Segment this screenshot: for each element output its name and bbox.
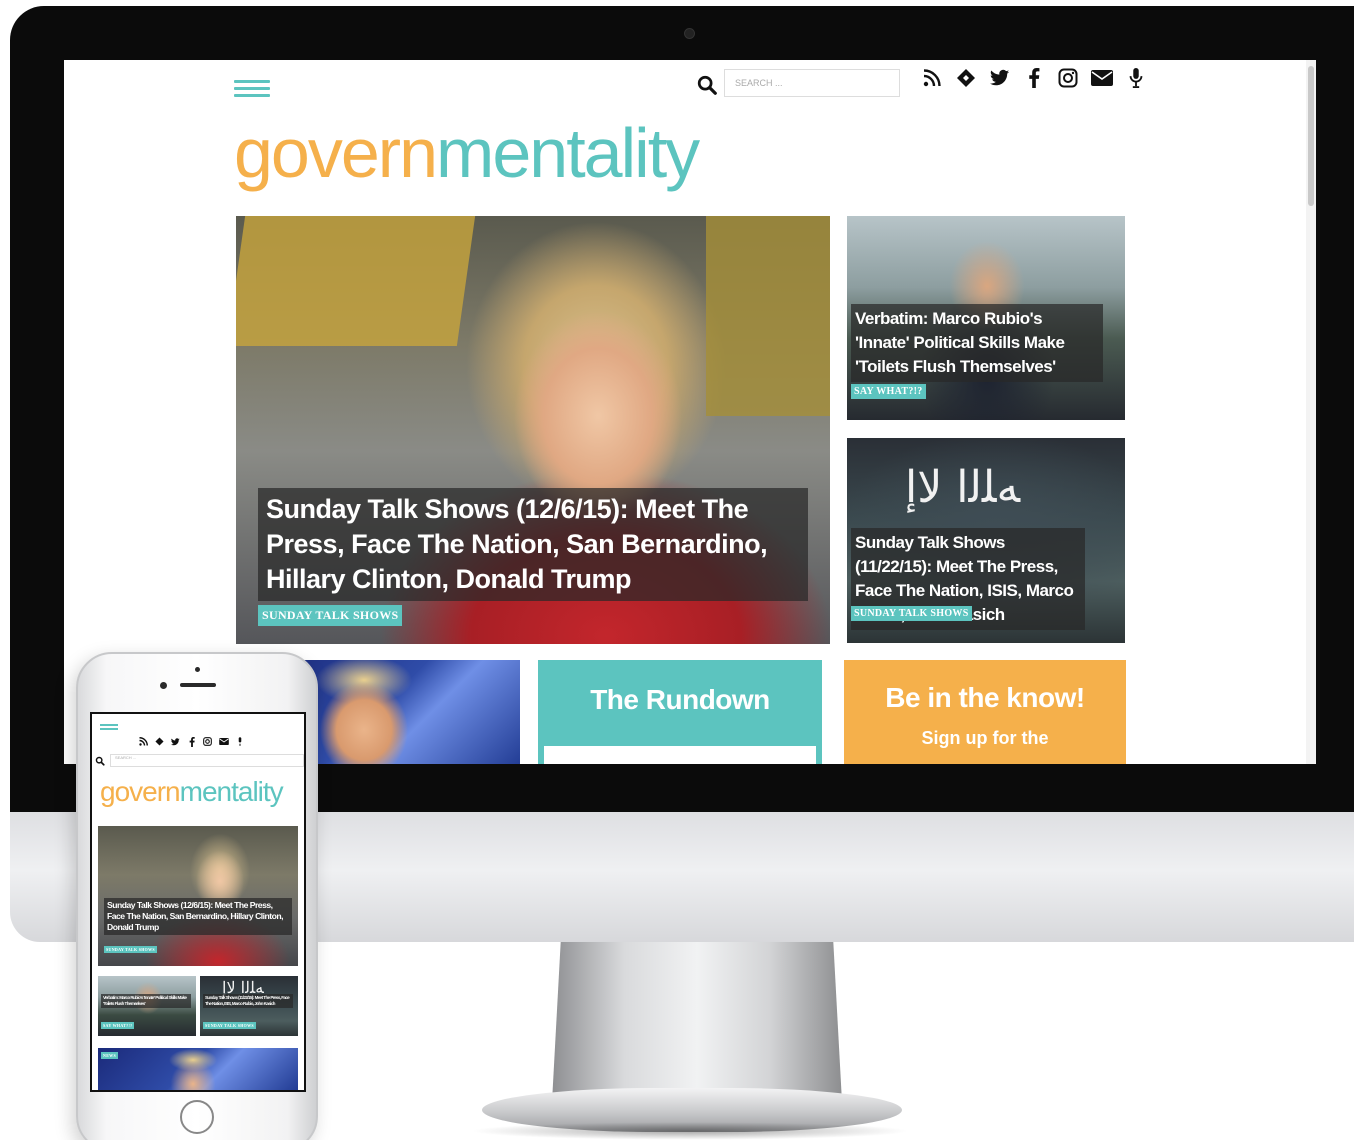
category-tag[interactable]: SUNDAY TALK SHOWS (851, 606, 972, 621)
site-logo[interactable]: governmentality (234, 118, 700, 188)
rundown-title: The Rundown (590, 684, 770, 715)
featured-story-card[interactable]: Sunday Talk Shows (12/6/15): Meet The Pr… (236, 216, 830, 644)
category-tag[interactable]: SAY WHAT?!? (851, 384, 926, 399)
featured-story-headline[interactable]: Sunday Talk Shows (12/6/15): Meet The Pr… (258, 488, 808, 601)
phone-speaker (180, 683, 216, 687)
social-links (138, 736, 245, 747)
story-headline[interactable]: Verbatim: Marco Rubio's 'Innate' Politic… (101, 994, 191, 1008)
site-logo[interactable]: governmentality (100, 776, 284, 807)
mobile-screen: SEARCH ... governmentality Sunday Talk S… (90, 712, 306, 1092)
rundown-widget: The Rundown (538, 660, 822, 764)
story-card-trump[interactable]: NEWS (98, 1048, 298, 1090)
email-icon[interactable] (218, 736, 229, 747)
iphone-mockup: SEARCH ... governmentality Sunday Talk S… (76, 652, 318, 1140)
facebook-icon[interactable] (1022, 66, 1046, 90)
phone-sensor (195, 667, 200, 672)
search-icon[interactable] (696, 74, 718, 96)
category-tag[interactable]: SUNDAY TALK SHOWS (104, 946, 157, 953)
feedly-icon[interactable] (954, 66, 978, 90)
email-icon[interactable] (1090, 66, 1114, 90)
instagram-icon[interactable] (1056, 66, 1080, 90)
logo-part-mentality: mentality (179, 776, 284, 807)
search-input[interactable]: SEARCH ... (110, 754, 304, 767)
imac-shadow (470, 1122, 910, 1140)
scrollbar[interactable] (1306, 60, 1316, 764)
twitter-icon[interactable] (988, 66, 1012, 90)
imac-stand (552, 942, 842, 1102)
category-tag[interactable]: SUNDAY TALK SHOWS (258, 605, 403, 626)
podcast-icon[interactable] (234, 736, 245, 747)
story-headline[interactable]: Sunday Talk Shows (11/22/15): Meet The P… (203, 994, 293, 1008)
rundown-content (544, 746, 816, 764)
mockup-stage: governmentality Sunday Talk Shows (12/6/… (0, 0, 1354, 1140)
featured-story-headline[interactable]: Sunday Talk Shows (12/6/15): Meet The Pr… (104, 898, 292, 935)
category-tag[interactable]: SUNDAY TALK SHOWS (203, 1022, 256, 1029)
menu-icon[interactable] (100, 724, 118, 734)
signup-subtitle: Sign up for the (921, 728, 1049, 748)
rss-icon[interactable] (138, 736, 149, 747)
facebook-icon[interactable] (186, 736, 197, 747)
social-links (920, 66, 1148, 90)
imac-camera (684, 28, 695, 39)
search-input[interactable] (724, 69, 900, 97)
feedly-icon[interactable] (154, 736, 165, 747)
scrollbar-thumb[interactable] (1308, 66, 1314, 206)
banner-graphic: ﻪﻠﻟﺍ ﻻﺇ (905, 462, 1021, 513)
category-tag[interactable]: NEWS (101, 1052, 118, 1059)
category-tag[interactable]: SAY WHAT?!? (101, 1022, 135, 1029)
phone-camera (160, 682, 167, 689)
story-card-talk-shows[interactable]: ﻪﻠﻟﺍ ﻻﺇ Sunday Talk Shows (11/22/15): Me… (200, 976, 298, 1036)
search-icon[interactable] (95, 756, 105, 766)
signup-title: Be in the know! (885, 682, 1085, 713)
story-card-rubio[interactable]: Verbatim: Marco Rubio's 'Innate' Politic… (98, 976, 196, 1036)
logo-part-mentality: mentality (436, 114, 700, 192)
featured-story-card[interactable]: Sunday Talk Shows (12/6/15): Meet The Pr… (98, 826, 298, 966)
logo-part-govern: govern (100, 776, 181, 807)
newsletter-signup-widget: Be in the know! Sign up for the (844, 660, 1126, 764)
logo-part-govern: govern (234, 114, 438, 192)
home-button[interactable] (180, 1100, 214, 1134)
podcast-icon[interactable] (1124, 66, 1148, 90)
instagram-icon[interactable] (202, 736, 213, 747)
twitter-icon[interactable] (170, 736, 181, 747)
menu-icon[interactable] (234, 80, 270, 98)
rss-icon[interactable] (920, 66, 944, 90)
story-card-talk-shows[interactable]: ﻪﻠﻟﺍ ﻻﺇ Sunday Talk Shows (11/22/15): Me… (847, 438, 1125, 643)
story-card-rubio[interactable]: Verbatim: Marco Rubio's 'Innate' Politic… (847, 216, 1125, 420)
story-headline[interactable]: Verbatim: Marco Rubio's 'Innate' Politic… (851, 304, 1103, 382)
